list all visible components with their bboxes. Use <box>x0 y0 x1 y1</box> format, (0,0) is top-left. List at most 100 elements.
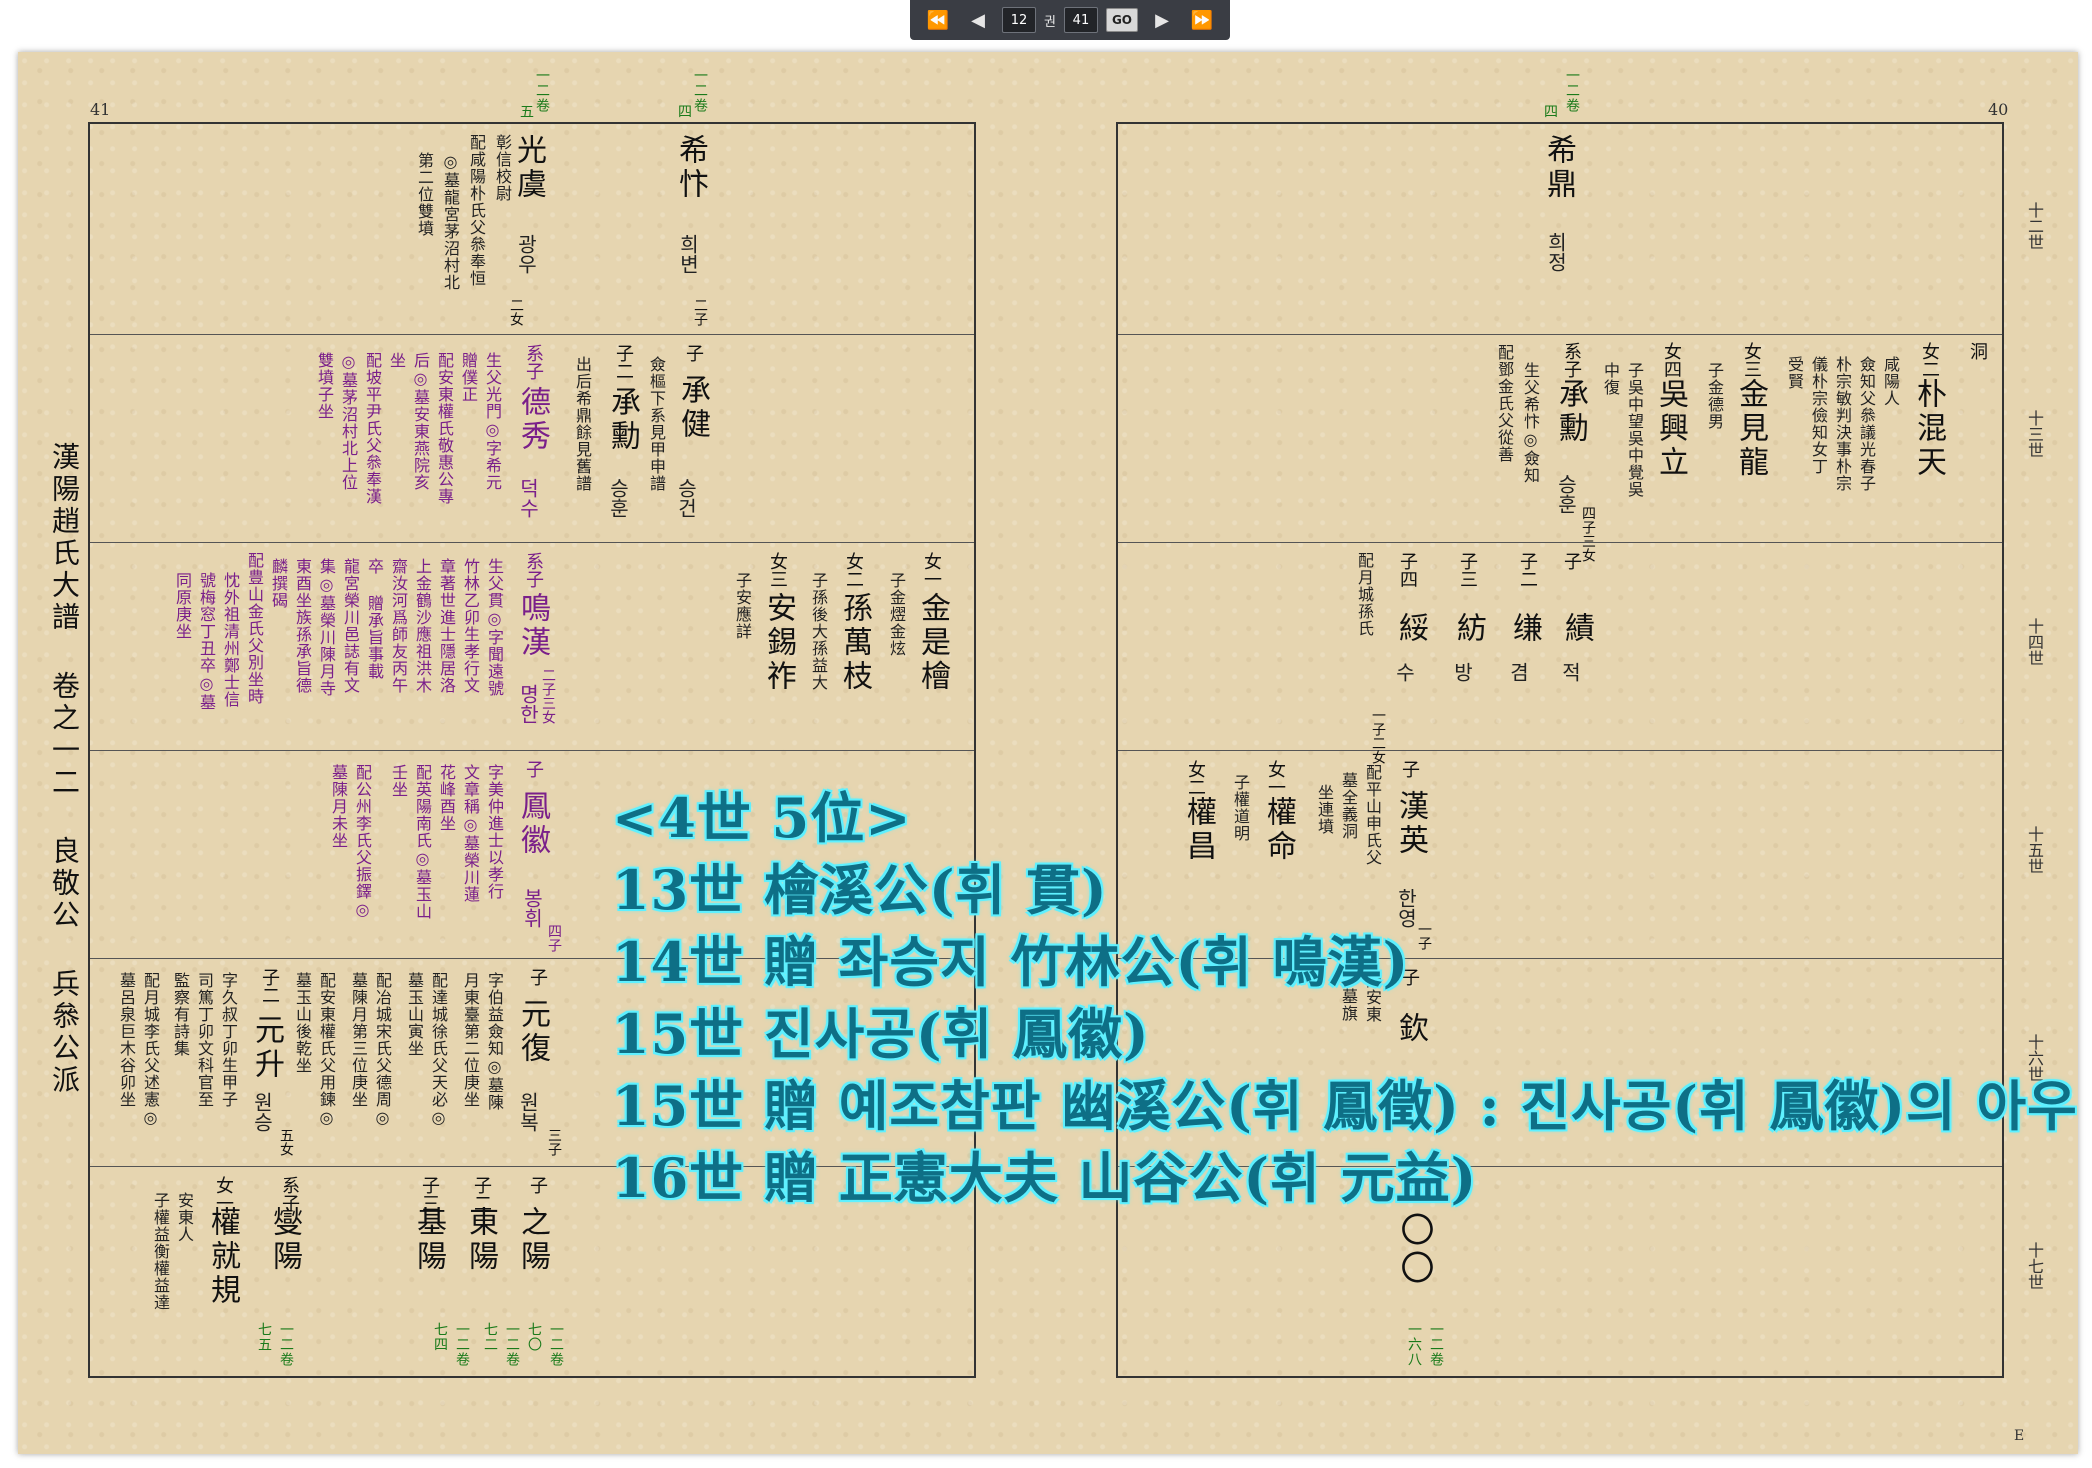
person-note: 號梅窓丁丑卒◎墓 <box>197 572 216 711</box>
child-count: 二子三女 <box>540 668 556 724</box>
generation-label: 十二世 <box>2025 202 2044 250</box>
volume-tag-sub: 四 <box>676 104 692 119</box>
person-note: 集◎墓榮川陳月寺 <box>317 558 336 697</box>
prev-page-button[interactable]: ◀ <box>962 6 994 34</box>
relation-label: 女二 <box>843 552 864 588</box>
person-note: 生父希忭◎僉知 <box>1521 362 1540 484</box>
person-name: 鳳徽 <box>515 790 550 858</box>
row-divider <box>90 542 974 543</box>
overlay-line: 13世 檜溪公(휘 貫) <box>612 858 1108 922</box>
person-note: 墓玉山寅坐 <box>405 972 424 1057</box>
person-note: 朴宗敏判決事朴宗 <box>1833 356 1852 492</box>
overlay-line: 16世 贈 正憲大夫 山谷公(휘 元益) <box>612 1146 1478 1210</box>
person-hangul: 겸 <box>1506 662 1530 682</box>
person-note: 中復 <box>1601 362 1620 396</box>
first-page-icon: ⏪ <box>926 9 950 31</box>
person-note: 壬坐 <box>389 764 408 798</box>
person-note: 僉知父叅議光春子 <box>1857 356 1876 492</box>
person-note: 司篤丁卯文科官至 <box>195 972 214 1108</box>
last-page-button[interactable]: ⏩ <box>1186 6 1218 34</box>
person-hangul: 적 <box>1558 662 1582 682</box>
person-note: 安東人 <box>175 1192 194 1243</box>
volume-tag-sub: 五 <box>518 104 534 119</box>
person-name: 權就規 <box>205 1206 240 1308</box>
person-name: 孫萬枝 <box>837 592 872 694</box>
person-note: 同原庚坐 <box>173 572 192 640</box>
volume-tag: 一二卷 <box>454 1322 470 1367</box>
person-hangul: 승훈 <box>606 478 630 518</box>
person-note: 字伯益僉知◎墓陳 <box>485 972 504 1111</box>
lineage-overlay: <4世 5位> 13世 檜溪公(휘 貫) 14世 贈 좌승지 竹林公(휘 鳴漢)… <box>612 782 2078 1214</box>
address-note: 洞 <box>1967 342 1988 360</box>
person-note: 月東臺第二位庚坐 <box>461 972 480 1108</box>
person-note: 字久叔丁卯生甲子 <box>219 972 238 1108</box>
relation-label: 女一 <box>921 552 942 588</box>
relation-label: 子 <box>1561 552 1582 570</box>
person-note: 監察有詩集 <box>171 972 190 1057</box>
relation-label: 子三 <box>1457 552 1478 588</box>
last-page-icon: ⏩ <box>1190 9 1214 31</box>
relation-label: 系子 <box>1561 342 1582 378</box>
row-divider <box>1118 334 2002 335</box>
volume-input[interactable] <box>1001 7 1036 33</box>
person-hangul: 광우 <box>514 234 538 274</box>
person-name: 朴混天 <box>1911 378 1946 480</box>
person-note: 配月城孫氏 <box>1355 552 1374 637</box>
person-note: 咸陽人 <box>1881 356 1900 407</box>
relation-label: 女四 <box>1661 342 1682 378</box>
child-count: 五女 <box>278 1128 294 1156</box>
person-name: 吳興立 <box>1653 378 1688 480</box>
person-name: 鳴漢 <box>515 592 550 660</box>
generation-label: 十七世 <box>2025 1242 2044 1290</box>
child-count: 四子 <box>546 924 562 952</box>
relation-label: 女二 <box>1919 342 1940 378</box>
person-note: 子安應詳 <box>733 572 752 640</box>
person-name: 元升 <box>249 1014 284 1082</box>
person-name: 綏 <box>1393 612 1428 646</box>
viewer-toolbar: ⏪ ◀ 권 GO ▶ ⏩ <box>0 0 2092 40</box>
person-note: 麟撰碣 <box>269 558 288 609</box>
next-page-button[interactable]: ▶ <box>1146 6 1178 34</box>
relation-label: 子二 <box>1517 552 1538 588</box>
person-name: 紡 <box>1451 612 1486 646</box>
person-note: ◎墓龍宮茅沼村北 <box>441 152 460 291</box>
person-note: 配月城李氏父述憲◎ <box>141 972 160 1128</box>
person-name-unknown: 〇〇 <box>1394 1212 1434 1288</box>
row-divider <box>1118 542 2002 543</box>
person-name: 德秀 <box>515 386 550 454</box>
person-note: 文章稱◎墓榮川蓮 <box>461 764 480 903</box>
volume-tag-sub: 七四 <box>432 1322 448 1352</box>
person-note: 雙墳子坐 <box>315 352 334 420</box>
relation-label: 子二 <box>259 968 280 1004</box>
person-note: 彰信校尉 <box>493 134 512 202</box>
relation-label: 子 <box>1399 760 1420 778</box>
person-note: 配安東權氏敬惠公專 <box>435 352 454 505</box>
person-hangul: 수 <box>1392 662 1416 682</box>
relation-label: 子 <box>527 1176 548 1194</box>
person-hangul: 승건 <box>674 478 698 518</box>
child-count: 二子 <box>692 298 708 326</box>
person-note: 儀朴宗儉知女丁 <box>1809 356 1828 475</box>
relation-label: 子二 <box>613 344 634 380</box>
volume-tag-sub: 四 <box>1542 104 1558 119</box>
prev-page-icon: ◀ <box>971 9 985 31</box>
book-spread: 41 40 漢陽趙氏大譜 卷之一二 良敬公 兵叅公派 Ε 一二卷 五 一二卷 四… <box>18 52 2078 1454</box>
page-navigation: ⏪ ◀ 권 GO ▶ ⏩ <box>910 0 1230 40</box>
row-divider <box>90 334 974 335</box>
person-hangul: 봉휘 <box>520 888 544 928</box>
volume-tag: 一二卷 <box>504 1322 520 1367</box>
page-input[interactable] <box>1063 7 1098 33</box>
person-note: 第二位雙墳 <box>415 152 434 237</box>
go-button[interactable]: GO <box>1105 8 1139 32</box>
person-note: ◎墓茅沼村北上位 <box>339 352 358 491</box>
person-note: 贈僕正 <box>459 352 478 403</box>
person-name: 承勳 <box>1553 378 1588 446</box>
row-divider <box>1118 750 2002 751</box>
volume-tag: 一二卷 <box>278 1322 294 1367</box>
relation-label: 子 <box>527 968 548 986</box>
first-page-button[interactable]: ⏪ <box>922 6 954 34</box>
person-note: 墓呂泉巨木谷卯坐 <box>117 972 136 1108</box>
left-page-number: 41 <box>90 100 111 119</box>
person-note: 配坡平尹氏父叅奉漢 <box>363 352 382 505</box>
volume-tag-sub: 七五 <box>256 1322 272 1352</box>
